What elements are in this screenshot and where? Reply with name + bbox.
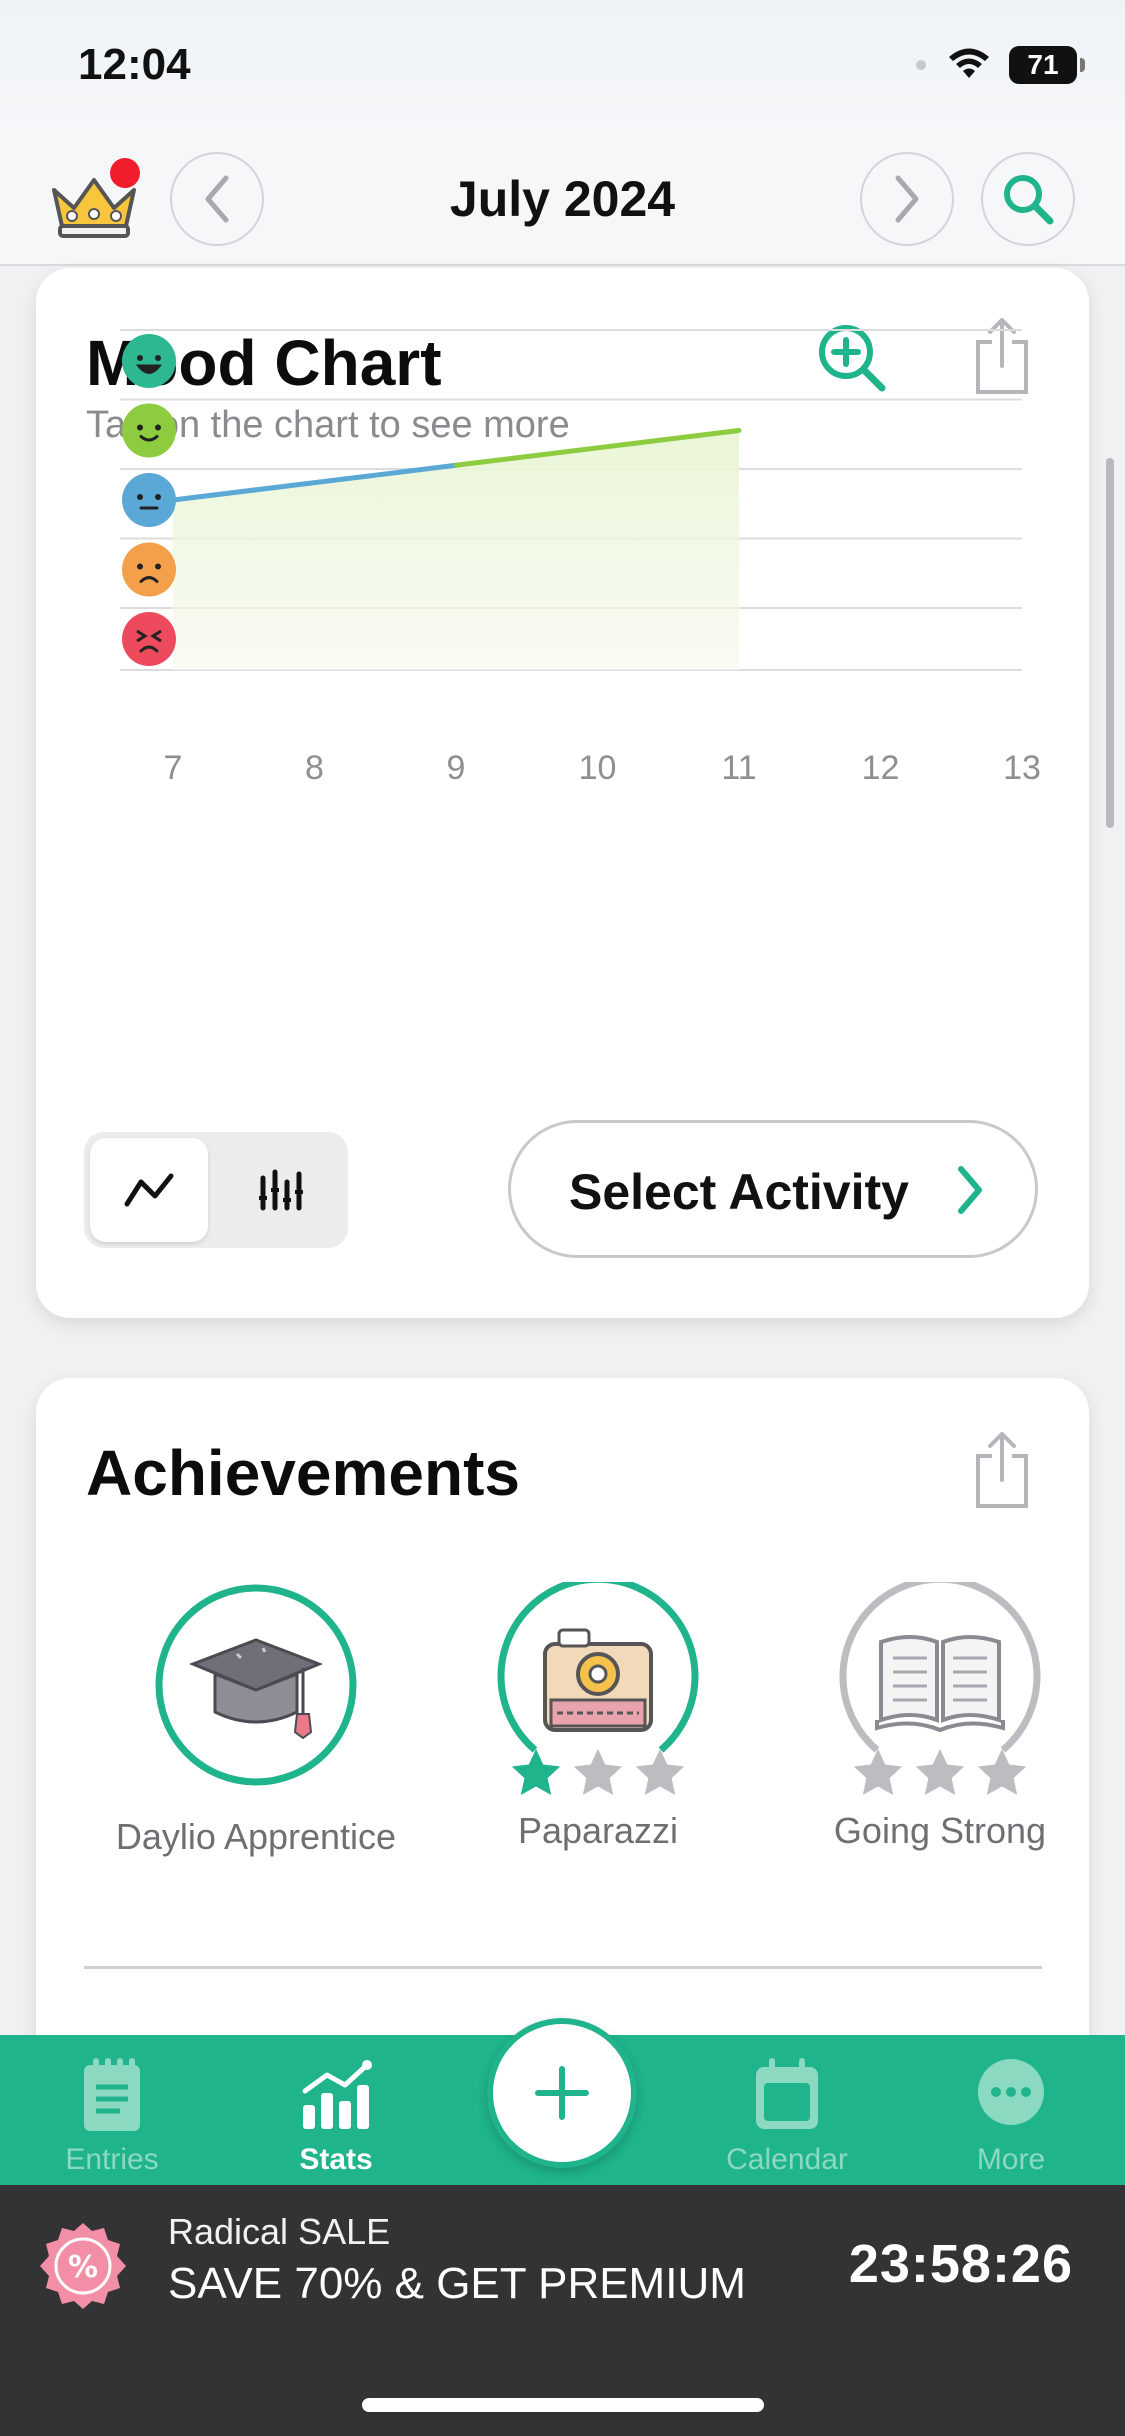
tab-calendar[interactable]: Calendar <box>697 2035 877 2185</box>
divider <box>84 1966 1042 1969</box>
search-button[interactable] <box>981 152 1075 246</box>
more-icon <box>978 2059 1044 2125</box>
star-empty-icon <box>915 1748 965 1795</box>
mood-rad-icon <box>122 334 176 388</box>
mood-good-icon <box>122 403 176 458</box>
battery-indicator: 71 <box>1009 46 1085 84</box>
line-chart-toggle[interactable] <box>90 1138 208 1242</box>
chevron-right-icon <box>958 1166 982 1214</box>
x-tick-label: 12 <box>862 749 900 787</box>
star-rating <box>438 1744 758 1802</box>
mood-awful-icon <box>122 612 176 666</box>
promo-subtitle: Radical SALE <box>168 2211 391 2252</box>
star-rating <box>780 1744 1100 1802</box>
graduation-cap-icon <box>155 1584 357 1786</box>
line-chart-icon <box>124 1173 174 1207</box>
discount-badge-icon: % <box>40 2223 126 2309</box>
star-empty-icon <box>573 1748 623 1795</box>
tab-label: Calendar <box>726 2143 848 2176</box>
achievement-going-strong[interactable]: Going Strong <box>780 1582 1100 1852</box>
mood-line-chart[interactable]: 7 8 9 10 11 12 13 <box>36 268 1089 1088</box>
chevron-right-icon <box>895 175 919 223</box>
month-header: July 2024 <box>0 140 1125 266</box>
bar-chart-toggle[interactable] <box>222 1138 340 1242</box>
mood-bad-icon <box>122 542 176 597</box>
entries-icon <box>84 2058 140 2131</box>
star-empty-icon <box>977 1748 1027 1795</box>
x-tick-label: 9 <box>447 749 466 787</box>
achievement-label: Going Strong <box>833 1810 1047 1851</box>
promo-headline: SAVE 70% & GET PREMIUM <box>168 2259 746 2308</box>
tab-label: More <box>976 2143 1046 2176</box>
next-month-button[interactable] <box>860 152 954 246</box>
achievement-daylio-apprentice[interactable]: Daylio Apprentice <box>96 1582 416 1858</box>
star-empty-icon <box>853 1748 903 1795</box>
star-empty-icon <box>635 1748 685 1795</box>
x-tick-label: 11 <box>721 749 756 787</box>
search-icon <box>1004 175 1054 225</box>
month-title[interactable]: July 2024 <box>0 170 1125 228</box>
select-activity-button[interactable]: Select Activity <box>508 1120 1038 1258</box>
tab-label: Entries <box>65 2143 159 2176</box>
x-tick-label: 13 <box>1003 749 1041 787</box>
signal-icon <box>916 60 926 70</box>
tab-label: Stats <box>299 2143 373 2176</box>
x-tick-label: 10 <box>579 749 617 787</box>
achievement-paparazzi[interactable]: Paparazzi <box>438 1582 758 1852</box>
plus-icon <box>535 2066 589 2120</box>
select-activity-label: Select Activity <box>569 1164 909 1220</box>
calendar-icon <box>756 2058 818 2129</box>
star-filled-icon <box>511 1748 561 1795</box>
tab-more[interactable]: More <box>921 2035 1101 2185</box>
achievement-label: Paparazzi <box>517 1810 679 1851</box>
x-tick-label: 8 <box>305 749 324 787</box>
stats-icon <box>302 2060 372 2129</box>
tab-entries[interactable]: Entries <box>22 2035 202 2185</box>
achievements-title: Achievements <box>86 1437 520 1509</box>
svg-text:%: % <box>68 2250 98 2285</box>
achievement-label: Daylio Apprentice <box>115 1816 397 1857</box>
status-icons: 71 <box>913 46 1085 84</box>
mood-chart-card: Mood Chart Tap on the chart to see more … <box>36 268 1089 1318</box>
bar-chart-icon <box>259 1169 303 1211</box>
status-time: 12:04 <box>78 40 191 89</box>
tab-stats[interactable]: Stats <box>246 2035 426 2185</box>
promo-countdown: 23:58:26 <box>848 2234 1073 2294</box>
add-entry-button[interactable] <box>487 2018 637 2168</box>
share-icon[interactable] <box>972 1430 1032 1510</box>
x-tick-label: 7 <box>164 749 183 787</box>
mood-meh-icon <box>122 473 176 527</box>
status-bar: 12:04 71 <box>0 0 1125 140</box>
home-indicator <box>362 2398 764 2412</box>
scroll-indicator[interactable] <box>1106 458 1114 828</box>
wifi-icon <box>949 48 989 78</box>
chart-type-toggle <box>84 1132 348 1248</box>
